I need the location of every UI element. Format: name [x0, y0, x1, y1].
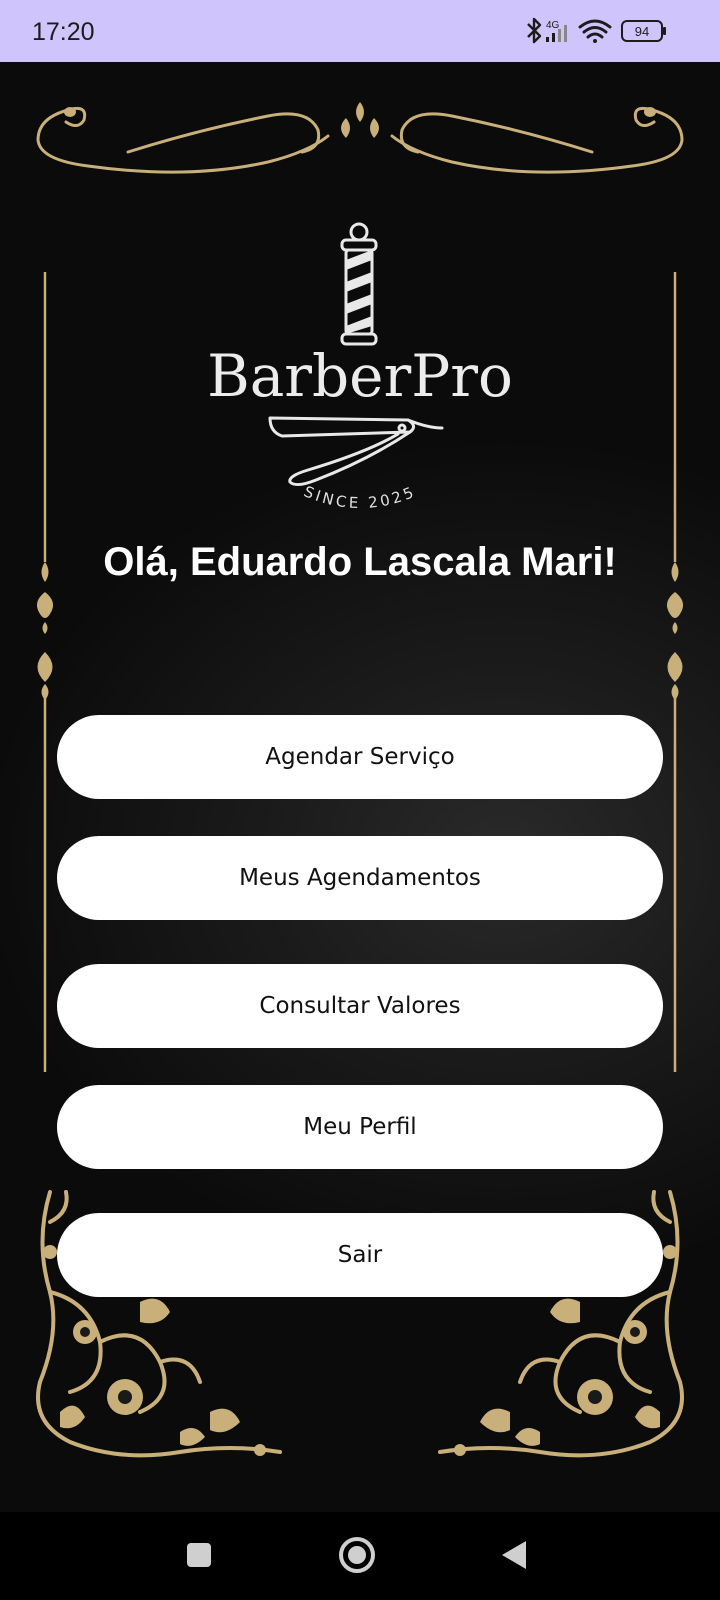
bluetooth-icon [527, 17, 542, 44]
network-type-label: 4G [546, 20, 560, 31]
straight-razor-icon [268, 416, 444, 487]
svg-text:SINCE 2025: SINCE 2025 [301, 482, 418, 512]
recents-square-icon[interactable] [186, 1542, 212, 1568]
home-screen: BarberPro SINCE 2025 Olá, Eduardo Lascal… [0, 62, 720, 1512]
top-flourish-ornament [36, 102, 684, 174]
wifi-icon [578, 19, 612, 43]
my-profile-button[interactable]: Meu Perfil [57, 1085, 663, 1169]
status-bar: 17:20 4G 94 [0, 0, 720, 62]
my-appointments-button[interactable]: Meus Agendamentos [57, 836, 663, 920]
since-tagline: SINCE 2025 [301, 482, 415, 512]
logout-button[interactable]: Sair [57, 1213, 663, 1297]
back-triangle-icon[interactable] [500, 1539, 528, 1571]
battery-level: 94 [635, 24, 649, 39]
home-circle-icon[interactable] [338, 1536, 376, 1574]
status-time: 17:20 [32, 18, 95, 46]
greeting-title: Olá, Eduardo Lascala Mari! [103, 540, 617, 584]
barber-pole-icon [340, 222, 378, 346]
brand-name: BarberPro [207, 342, 513, 410]
schedule-service-button[interactable]: Agendar Serviço [57, 715, 663, 799]
battery-icon: 94 [621, 20, 666, 42]
since-badge: SINCE 2025 [301, 482, 418, 512]
system-nav-bar [0, 1512, 720, 1600]
status-icons: 4G 94 [522, 16, 682, 46]
check-prices-button[interactable]: Consultar Valores [57, 964, 663, 1048]
barberpro-logo: BarberPro SINCE 2025 [0, 212, 720, 582]
